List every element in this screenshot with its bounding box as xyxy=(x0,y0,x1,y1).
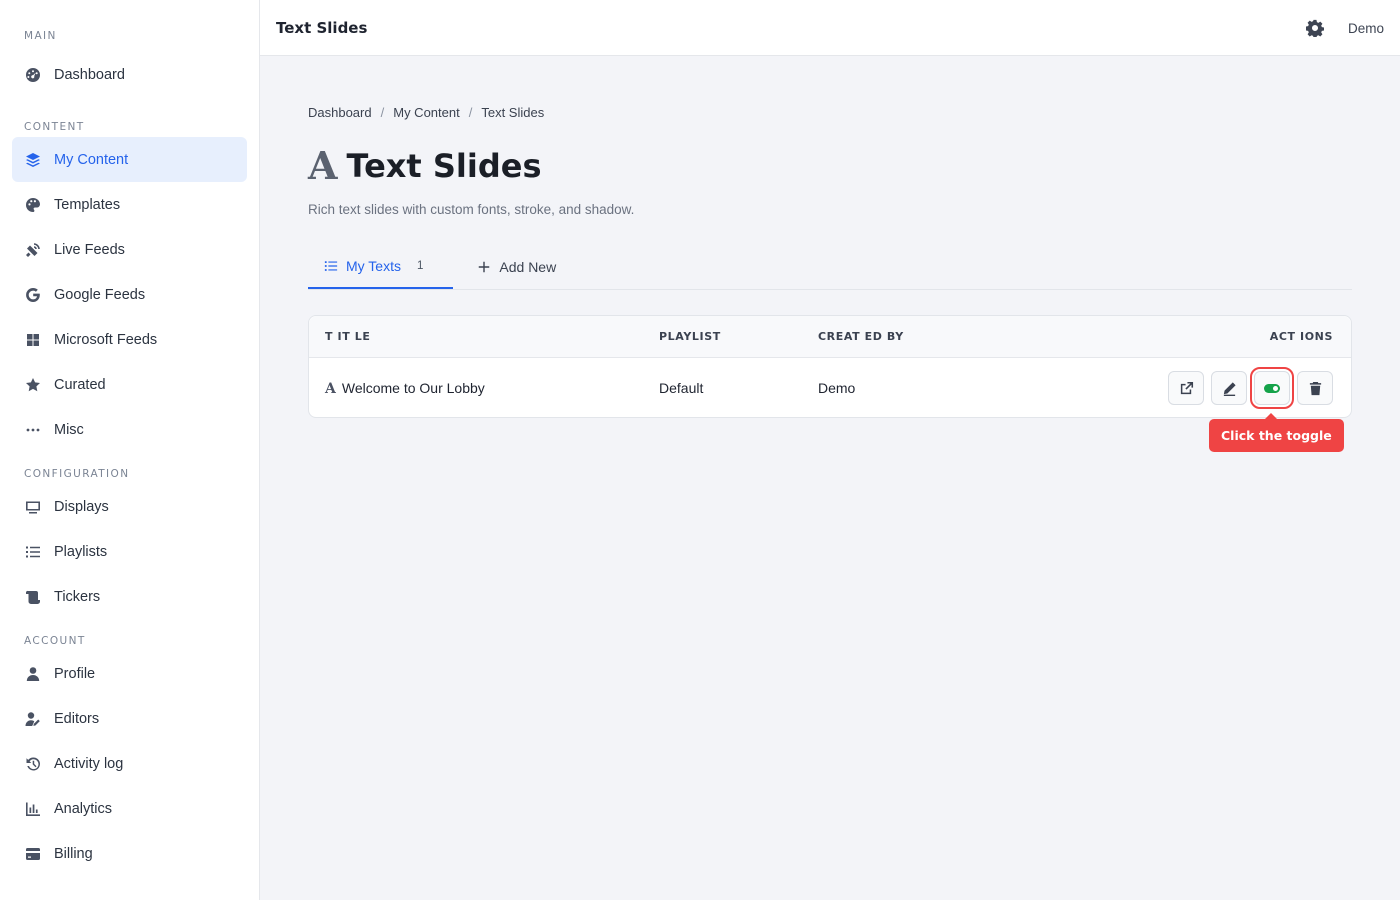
tab-label: My Texts xyxy=(346,257,401,274)
google-icon xyxy=(24,286,42,304)
column-header-actions: ACT IONS xyxy=(1269,330,1333,343)
tab-my-texts[interactable]: My Texts 1 xyxy=(308,244,454,289)
column-header-playlist: PLAYLIST xyxy=(659,330,721,343)
list-icon xyxy=(24,543,42,561)
sidebar-item-profile[interactable]: Profile xyxy=(12,651,247,696)
delete-button[interactable] xyxy=(1297,371,1333,405)
text-font-icon: A xyxy=(325,381,336,397)
row-title: Welcome to Our Lobby xyxy=(341,380,485,396)
list-icon xyxy=(324,259,338,273)
sidebar-item-editors[interactable]: Editors xyxy=(12,696,247,741)
user-menu[interactable]: Demo xyxy=(1348,21,1384,36)
sidebar-item-label: Microsoft Feeds xyxy=(54,331,158,348)
user-icon xyxy=(24,665,42,683)
row-playlist: Default xyxy=(659,380,704,396)
page-title-text: Text Slides xyxy=(346,147,542,185)
topbar-title: Text Slides xyxy=(276,18,368,37)
tabs: My Texts 1 Add New xyxy=(308,244,1352,290)
gauge-icon xyxy=(24,66,42,84)
tab-count-badge: 1 xyxy=(416,259,424,272)
sidebar-item-my-content[interactable]: My Content xyxy=(12,137,247,182)
sidebar-item-microsoft-feeds[interactable]: Microsoft Feeds xyxy=(12,317,247,362)
sidebar-item-label: Dashboard xyxy=(54,66,125,83)
section-label-main: MAIN xyxy=(24,30,57,42)
star-icon xyxy=(24,376,42,394)
breadcrumb-current: Text Slides xyxy=(481,105,545,120)
table-row: A Welcome to Our Lobby Default Demo xyxy=(309,358,1351,418)
edit-button[interactable] xyxy=(1211,371,1247,405)
sidebar-item-live-feeds[interactable]: Live Feeds xyxy=(12,227,247,272)
user-edit-icon xyxy=(24,710,42,728)
toggle-hint-tooltip: Click the toggle xyxy=(1209,413,1344,452)
sidebar-item-playlists[interactable]: Playlists xyxy=(12,529,247,574)
sidebar-item-label: Profile xyxy=(54,665,96,682)
sidebar-item-misc[interactable]: Misc xyxy=(12,407,247,452)
row-title-cell: A Welcome to Our Lobby xyxy=(325,358,485,418)
column-header-created-by: CREAT ED BY xyxy=(818,330,904,343)
sidebar-item-label: Templates xyxy=(54,196,121,213)
section-label-content: CONTENT xyxy=(24,121,85,133)
satellite-icon xyxy=(24,241,42,259)
section-label-account: ACCOUNT xyxy=(24,635,86,647)
column-header-title: T IT LE xyxy=(325,330,371,343)
sidebar-item-label: Billing xyxy=(54,845,93,862)
layers-icon xyxy=(24,151,42,169)
topbar: Text Slides Demo xyxy=(260,0,1400,56)
monitor-icon xyxy=(24,498,42,516)
active-toggle-button[interactable] xyxy=(1250,367,1294,409)
sidebar-item-dashboard[interactable]: Dashboard xyxy=(12,52,247,97)
sidebar-item-curated[interactable]: Curated xyxy=(12,362,247,407)
page-subtitle: Rich text slides with custom fonts, stro… xyxy=(308,202,635,217)
sidebar-item-label: Live Feeds xyxy=(54,241,125,258)
breadcrumb: Dashboard / My Content / Text Slides xyxy=(308,105,544,120)
sidebar-item-label: Displays xyxy=(54,498,109,515)
sidebar-item-templates[interactable]: Templates xyxy=(12,182,247,227)
sidebar-item-displays[interactable]: Displays xyxy=(12,484,247,529)
breadcrumb-my-content[interactable]: My Content xyxy=(393,105,459,120)
windows-icon xyxy=(24,331,42,349)
page-title: A Text Slides xyxy=(308,144,541,188)
row-actions xyxy=(1161,367,1333,409)
sidebar-item-tickers[interactable]: Tickers xyxy=(12,574,247,619)
sidebar-item-google-feeds[interactable]: Google Feeds xyxy=(12,272,247,317)
sidebar-item-label: Curated xyxy=(54,376,106,393)
open-external-button[interactable] xyxy=(1168,371,1204,405)
texts-table: T IT LE PLAYLIST CREAT ED BY ACT IONS AW… xyxy=(308,315,1352,418)
pencil-icon xyxy=(1223,381,1236,396)
sidebar-item-analytics[interactable]: Analytics xyxy=(12,786,247,831)
section-label-configuration: CONFIGURATION xyxy=(24,468,130,480)
scroll-icon xyxy=(24,588,42,606)
credit-card-icon xyxy=(24,845,42,863)
sidebar-item-label: Editors xyxy=(54,710,100,727)
topbar-right: Demo xyxy=(1305,0,1384,56)
sidebar-item-label: Analytics xyxy=(54,800,113,817)
tab-add-new[interactable]: Add New xyxy=(453,244,572,289)
sidebar-item-label: Tickers xyxy=(54,588,101,605)
ellipsis-icon xyxy=(24,421,42,439)
toggle-on-icon xyxy=(1264,383,1280,393)
breadcrumb-dashboard[interactable]: Dashboard xyxy=(308,105,372,120)
sidebar-item-activity-log[interactable]: Activity log xyxy=(12,741,247,786)
plus-icon xyxy=(477,260,491,274)
trash-icon xyxy=(1309,381,1321,395)
sidebar-item-label: Google Feeds xyxy=(54,286,146,303)
external-link-icon xyxy=(1180,381,1193,394)
table-header: T IT LE PLAYLIST CREAT ED BY ACT IONS xyxy=(309,316,1351,358)
sidebar-item-label: Activity log xyxy=(54,755,124,772)
sidebar-item-label: Misc xyxy=(54,421,84,438)
breadcrumb-separator: / xyxy=(380,105,385,120)
palette-icon xyxy=(24,196,42,214)
sidebar-item-label: Playlists xyxy=(54,543,108,560)
sidebar-item-label: My Content xyxy=(54,151,129,168)
sidebar: MAIN Dashboard CONTENT My Content Templa… xyxy=(0,0,260,900)
history-icon xyxy=(24,755,42,773)
text-font-icon: A xyxy=(308,143,338,188)
breadcrumb-separator: / xyxy=(468,105,473,120)
sidebar-item-billing[interactable]: Billing xyxy=(12,831,247,876)
chart-icon xyxy=(24,800,42,818)
row-created-by: Demo xyxy=(818,380,856,396)
tab-label: Add New xyxy=(499,258,557,275)
gear-icon[interactable] xyxy=(1305,19,1325,39)
